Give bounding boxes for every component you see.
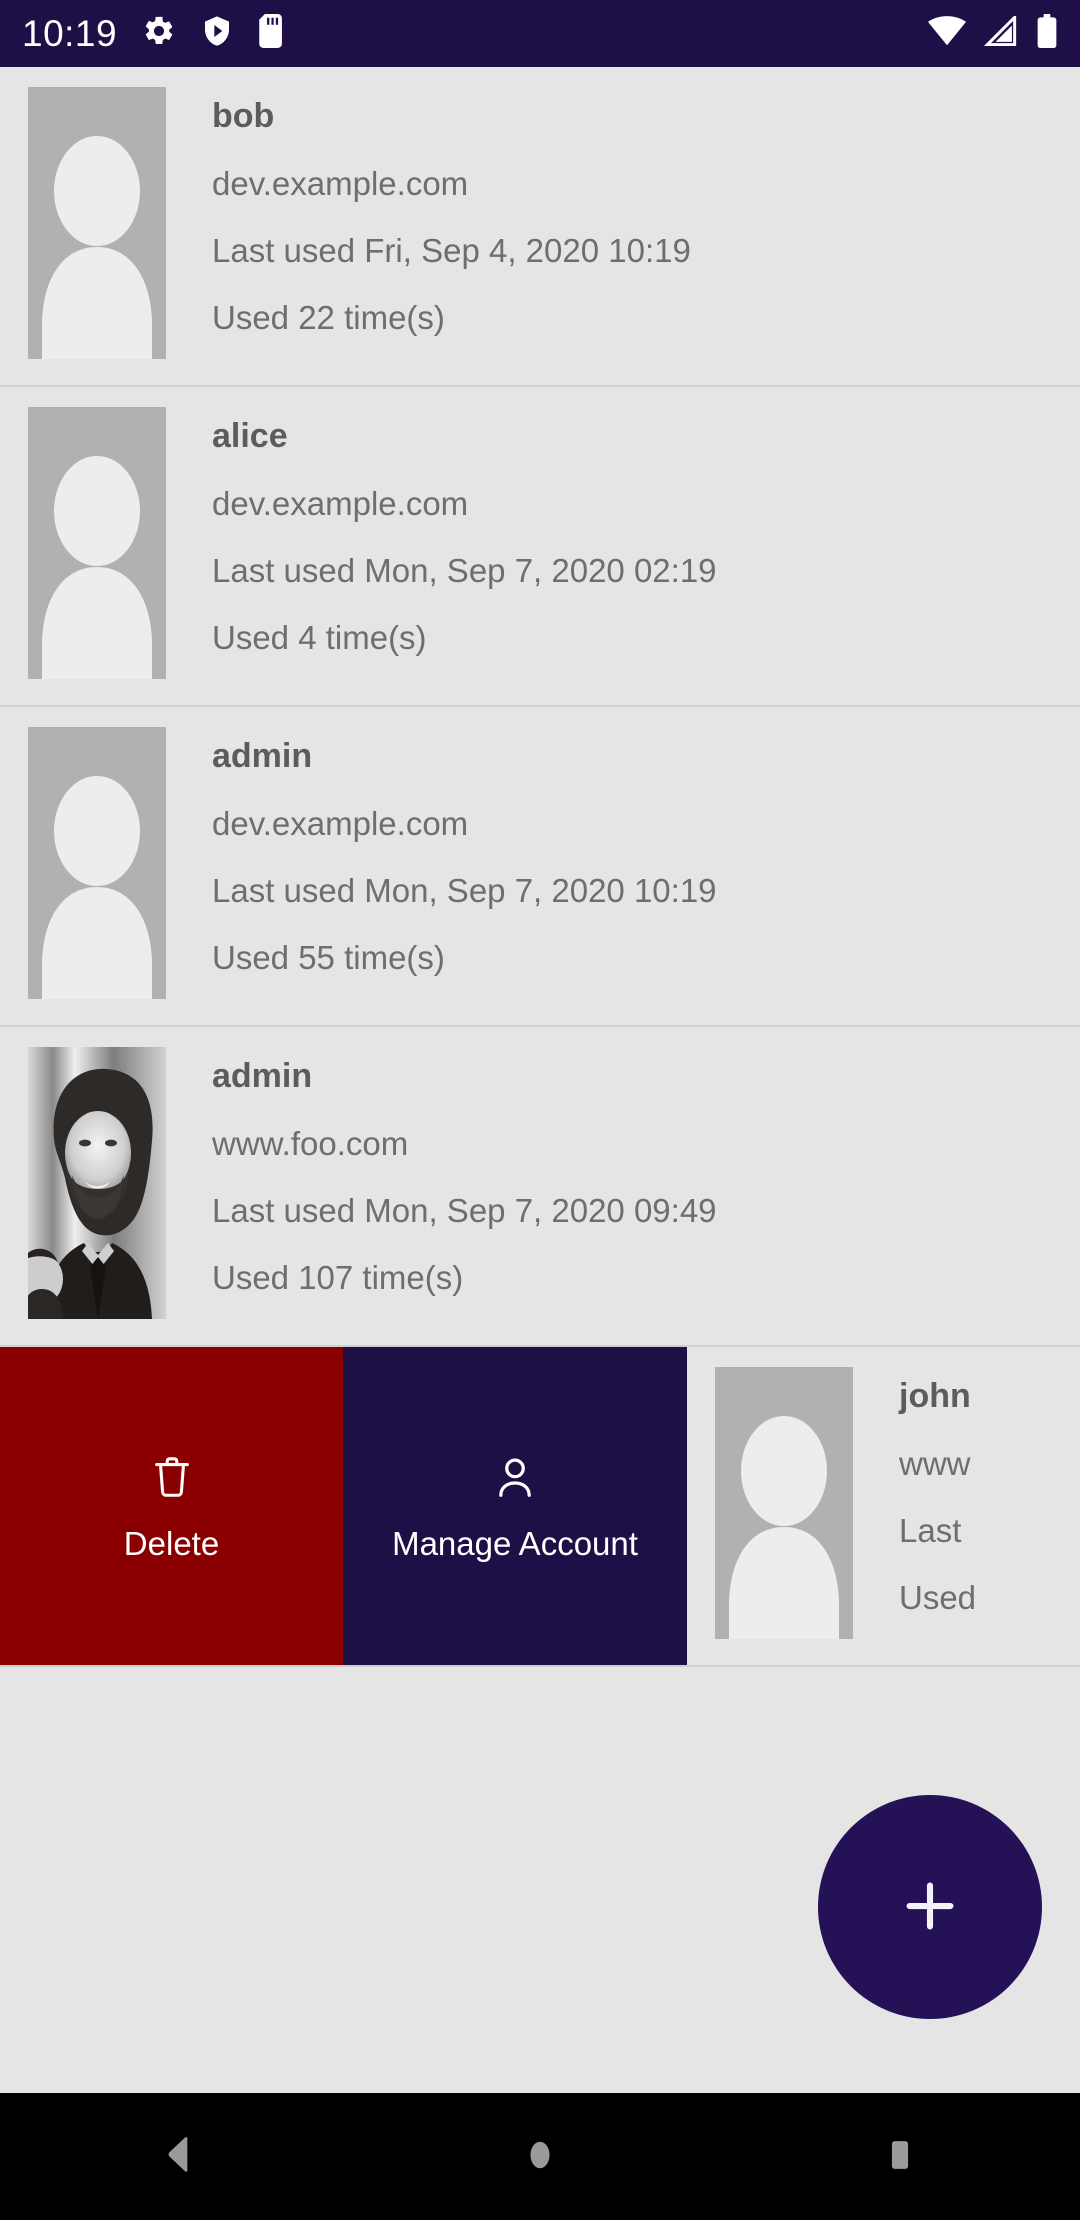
account-last-used: Last used Fri, Sep 4, 2020 10:19 [212, 232, 691, 269]
account-last-used: Last used Mon, Sep 7, 2020 09:49 [212, 1192, 717, 1229]
account-username: bob [212, 97, 275, 135]
account-list: bob dev.example.com Last used Fri, Sep 4… [0, 67, 1080, 1667]
avatar [28, 407, 166, 679]
avatar [715, 1367, 853, 1639]
person-placeholder-icon [42, 456, 152, 679]
account-usage-count: Used 4 time(s) [212, 619, 427, 656]
battery-icon [1036, 14, 1058, 53]
account-details: admin www.foo.com Last used Mon, Sep 7, … [166, 1047, 717, 1294]
sd-card-icon [258, 14, 286, 53]
account-list-item[interactable]: admin www.foo.com Last used Mon, Sep 7, … [0, 1027, 1080, 1347]
nav-back-button[interactable] [0, 2093, 360, 2220]
account-site: dev.example.com [212, 485, 469, 522]
account-last-used: Last used Mon, Sep 7, 2020 10:19 [212, 872, 717, 909]
wifi-icon [928, 16, 966, 51]
back-triangle-icon [158, 2133, 202, 2180]
nav-home-button[interactable] [360, 2093, 720, 2220]
phone-screen: 10:19 bob dev.example.com Last used Fri,… [0, 0, 1080, 2220]
account-details: admin dev.example.com Last used Mon, Sep… [166, 727, 717, 974]
account-list-item[interactable]: admin dev.example.com Last used Mon, Sep… [0, 707, 1080, 1027]
trash-icon [149, 1452, 195, 1509]
status-clock: 10:19 [22, 13, 118, 54]
account-list-item-swiped[interactable]: Delete Manage Account john www Last Used [0, 1347, 1080, 1667]
user-photo [28, 1047, 166, 1319]
person-icon [492, 1452, 538, 1509]
account-site: dev.example.com [212, 165, 469, 202]
account-site: www [899, 1445, 971, 1482]
person-placeholder-icon [42, 776, 152, 999]
recents-square-icon [878, 2133, 922, 2180]
account-details: john www Last Used [853, 1367, 976, 1614]
status-bar: 10:19 [0, 0, 1080, 67]
delete-button[interactable]: Delete [0, 1347, 343, 1665]
account-username: john [899, 1377, 971, 1415]
account-details: alice dev.example.com Last used Mon, Sep… [166, 407, 717, 654]
account-site: dev.example.com [212, 805, 469, 842]
delete-label: Delete [123, 1525, 220, 1562]
account-usage-count: Used 22 time(s) [212, 299, 445, 336]
home-circle-icon [518, 2133, 562, 2180]
avatar [28, 1047, 166, 1319]
person-placeholder-icon [42, 136, 152, 359]
plus-icon [895, 1871, 965, 1944]
manage-account-label: Manage Account [392, 1525, 638, 1562]
account-site: www.foo.com [212, 1125, 409, 1162]
status-bar-right-group [928, 13, 1058, 53]
account-last-used: Last [899, 1512, 962, 1549]
avatar [28, 87, 166, 359]
play-protect-shield-icon [201, 14, 233, 53]
account-list-item[interactable]: alice dev.example.com Last used Mon, Sep… [0, 387, 1080, 707]
account-details: bob dev.example.com Last used Fri, Sep 4… [166, 87, 691, 334]
account-list-item[interactable]: bob dev.example.com Last used Fri, Sep 4… [0, 67, 1080, 387]
add-account-fab[interactable] [818, 1795, 1042, 2019]
gear-icon [142, 14, 176, 53]
account-username: admin [212, 1057, 313, 1095]
avatar [28, 727, 166, 999]
manage-account-button[interactable]: Manage Account [343, 1347, 687, 1665]
account-usage-count: Used [899, 1579, 977, 1616]
account-list-item-peek[interactable]: john www Last Used [687, 1347, 1080, 1665]
status-bar-left-group: 10:19 [22, 14, 286, 53]
nav-recents-button[interactable] [720, 2093, 1080, 2220]
account-username: alice [212, 417, 288, 455]
cell-signal-icon [983, 13, 1018, 51]
person-placeholder-icon [729, 1416, 839, 1639]
account-usage-count: Used 55 time(s) [212, 939, 445, 976]
account-usage-count: Used 107 time(s) [212, 1259, 464, 1296]
account-last-used: Last used Mon, Sep 7, 2020 02:19 [212, 552, 717, 589]
android-navigation-bar [0, 2093, 1080, 2220]
account-username: admin [212, 737, 313, 775]
